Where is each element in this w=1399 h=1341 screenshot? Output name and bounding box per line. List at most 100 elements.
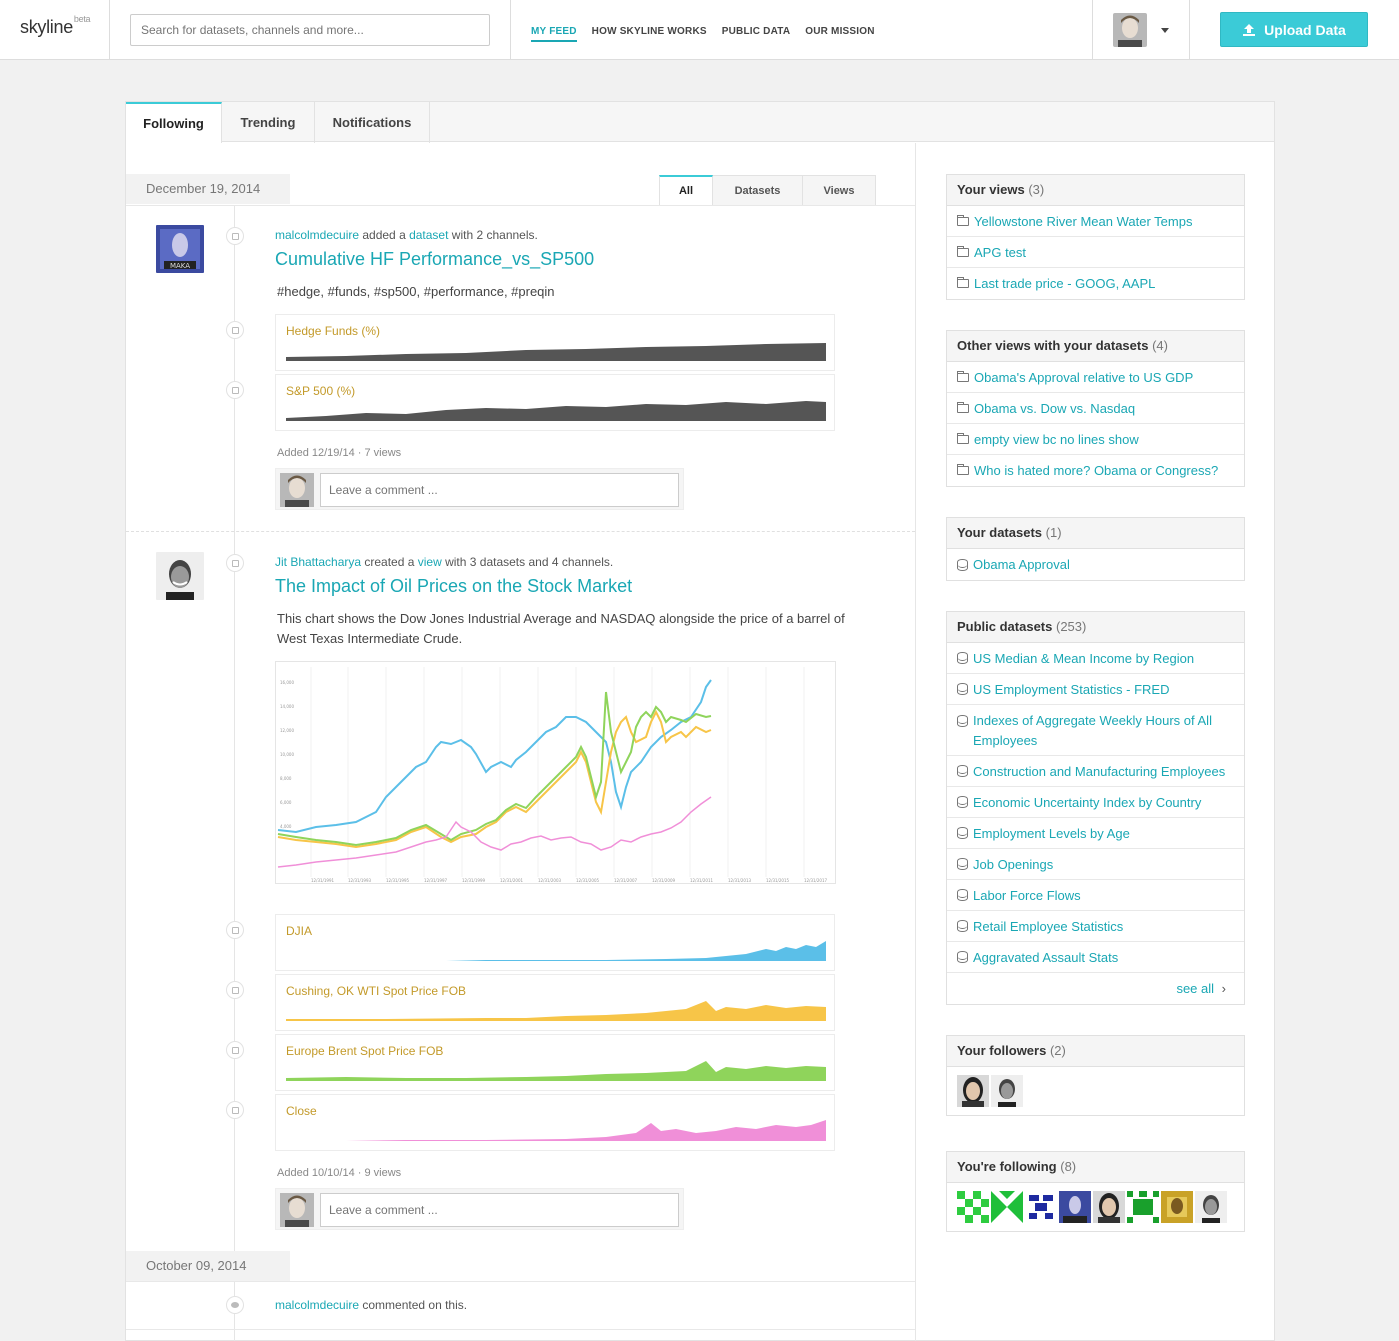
view-count: 7 views [364, 447, 402, 459]
user-link[interactable]: malcolmdecuire [275, 1298, 359, 1312]
feed-item-meta: Jit Bhattacharya created a view with 3 d… [275, 555, 613, 569]
channel-label: S&P 500 (%) [286, 384, 356, 398]
avatar [280, 1193, 314, 1227]
view-link-label: Obama's Approval relative to US GDP [974, 369, 1194, 385]
dataset-link[interactable]: Economic Uncertainty Index by Country [947, 787, 1244, 818]
folder-icon [957, 401, 969, 413]
panel-count: (3) [1028, 182, 1045, 197]
view-link[interactable]: APG test [947, 237, 1244, 268]
following-avatar[interactable] [1025, 1191, 1057, 1223]
dataset-link[interactable]: Job Openings [947, 849, 1244, 880]
tab-trending[interactable]: Trending [222, 102, 315, 143]
user-avatar[interactable] [1113, 13, 1147, 47]
filter-datasets[interactable]: Datasets [713, 175, 803, 206]
comment-icon [226, 1296, 244, 1314]
avatar[interactable]: MAKA [156, 225, 204, 273]
dataset-link[interactable]: Obama Approval [947, 549, 1244, 580]
view-link[interactable]: empty view bc no lines show [947, 424, 1244, 455]
dataset-link[interactable]: dataset [409, 228, 448, 242]
panel-count: (1) [1045, 525, 1062, 540]
following-avatar[interactable] [1161, 1191, 1193, 1223]
panel-title: Your views [957, 182, 1025, 197]
dataset-link[interactable]: Construction and Manufacturing Employees [947, 756, 1244, 787]
channel-sparkline[interactable]: DJIA [275, 914, 835, 971]
database-icon [957, 652, 968, 664]
view-count: 9 views [364, 1167, 402, 1179]
comment-box [275, 468, 684, 510]
divider [109, 0, 110, 60]
view-chart[interactable]: 16,000 14,000 12,000 10,000 8,000 6,000 4,000 … [275, 661, 836, 884]
following-avatar[interactable] [1195, 1191, 1227, 1223]
user-link[interactable]: Jit Bhattacharya [275, 555, 361, 569]
channel-sparkline[interactable]: Hedge Funds (%) [275, 314, 835, 371]
upload-data-button[interactable]: Upload Data [1220, 12, 1368, 47]
divider [1092, 0, 1093, 60]
feed-item-title[interactable]: Cumulative HF Performance_vs_SP500 [275, 249, 594, 270]
channel-label: DJIA [286, 924, 313, 938]
comment-input[interactable] [320, 1193, 679, 1227]
comment-input[interactable] [320, 473, 679, 507]
dataset-link[interactable]: Retail Employee Statistics [947, 911, 1244, 942]
view-link[interactable]: view [418, 555, 442, 569]
column-divider [915, 143, 916, 1341]
folder-icon [957, 214, 969, 226]
svg-text:12/31/2009: 12/31/2009 [652, 878, 676, 883]
divider [126, 1281, 915, 1282]
view-link[interactable]: Last trade price - GOOG, AAPL [947, 268, 1244, 299]
following-avatar[interactable] [991, 1191, 1023, 1223]
following-avatar[interactable] [1093, 1191, 1125, 1223]
svg-text:12/31/2011: 12/31/2011 [690, 878, 714, 883]
logo[interactable]: skylinebeta [20, 14, 91, 38]
dataset-link-label: Obama Approval [973, 557, 1070, 572]
channel-label: Close [286, 1104, 317, 1118]
meta-text: created a [361, 555, 418, 569]
caret-down-icon[interactable] [1161, 28, 1169, 33]
dataset-link-label: Job Openings [973, 856, 1054, 872]
feed-item-title[interactable]: The Impact of Oil Prices on the Stock Ma… [275, 576, 632, 597]
dataset-link-label: Employment Levels by Age [973, 825, 1130, 841]
filter-all[interactable]: All [659, 175, 713, 206]
svg-text:12/31/2007: 12/31/2007 [614, 878, 638, 883]
tab-notifications[interactable]: Notifications [315, 102, 430, 143]
view-link[interactable]: Obama vs. Dow vs. Nasdaq [947, 393, 1244, 424]
channel-sparkline[interactable]: Europe Brent Spot Price FOB [275, 1034, 835, 1091]
dataset-link[interactable]: Employment Levels by Age [947, 818, 1244, 849]
nav-public-data[interactable]: PUBLIC DATA [722, 26, 791, 42]
search-input[interactable] [130, 14, 490, 46]
following-avatar[interactable] [1127, 1191, 1159, 1223]
see-all-link[interactable]: see all › [947, 973, 1244, 1004]
nav-how-skyline-works[interactable]: HOW SKYLINE WORKS [592, 26, 707, 42]
database-icon [957, 765, 968, 777]
main-nav: MY FEED HOW SKYLINE WORKS PUBLIC DATA OU… [531, 26, 875, 42]
filter-views[interactable]: Views [803, 175, 876, 206]
dataset-link[interactable]: Indexes of Aggregate Weekly Hours of All… [947, 705, 1244, 756]
sparkline-chart [286, 1061, 826, 1081]
following-avatar[interactable] [1059, 1191, 1091, 1223]
user-link[interactable]: malcolmdecuire [275, 228, 359, 242]
sparkline-chart [286, 401, 826, 421]
upload-label: Upload Data [1264, 21, 1346, 38]
view-link[interactable]: Who is hated more? Obama or Congress? [947, 455, 1244, 486]
nav-our-mission[interactable]: OUR MISSION [805, 26, 874, 42]
nav-my-feed[interactable]: MY FEED [531, 26, 577, 42]
see-all-label: see all [1176, 981, 1215, 996]
following-list [947, 1183, 1244, 1231]
avatar[interactable] [156, 552, 204, 600]
follower-avatar[interactable] [957, 1075, 989, 1107]
dataset-link[interactable]: US Employment Statistics - FRED [947, 674, 1244, 705]
dataset-link[interactable]: Labor Force Flows [947, 880, 1244, 911]
following-avatar[interactable] [957, 1191, 989, 1223]
dataset-link[interactable]: Aggravated Assault Stats [947, 942, 1244, 973]
dataset-link-label: Aggravated Assault Stats [973, 949, 1119, 965]
follower-avatar[interactable] [991, 1075, 1023, 1107]
view-link[interactable]: Obama's Approval relative to US GDP [947, 362, 1244, 393]
view-link[interactable]: Yellowstone River Mean Water Temps [947, 206, 1244, 237]
channel-sparkline[interactable]: Cushing, OK WTI Spot Price FOB [275, 974, 835, 1031]
dataset-link[interactable]: US Median & Mean Income by Region [947, 643, 1244, 674]
divider [126, 1329, 915, 1330]
channel-icon [226, 1101, 244, 1119]
logo-text[interactable]: skyline [20, 17, 73, 37]
channel-sparkline[interactable]: S&P 500 (%) [275, 374, 835, 431]
channel-sparkline[interactable]: Close [275, 1094, 835, 1151]
tab-following[interactable]: Following [126, 102, 222, 143]
